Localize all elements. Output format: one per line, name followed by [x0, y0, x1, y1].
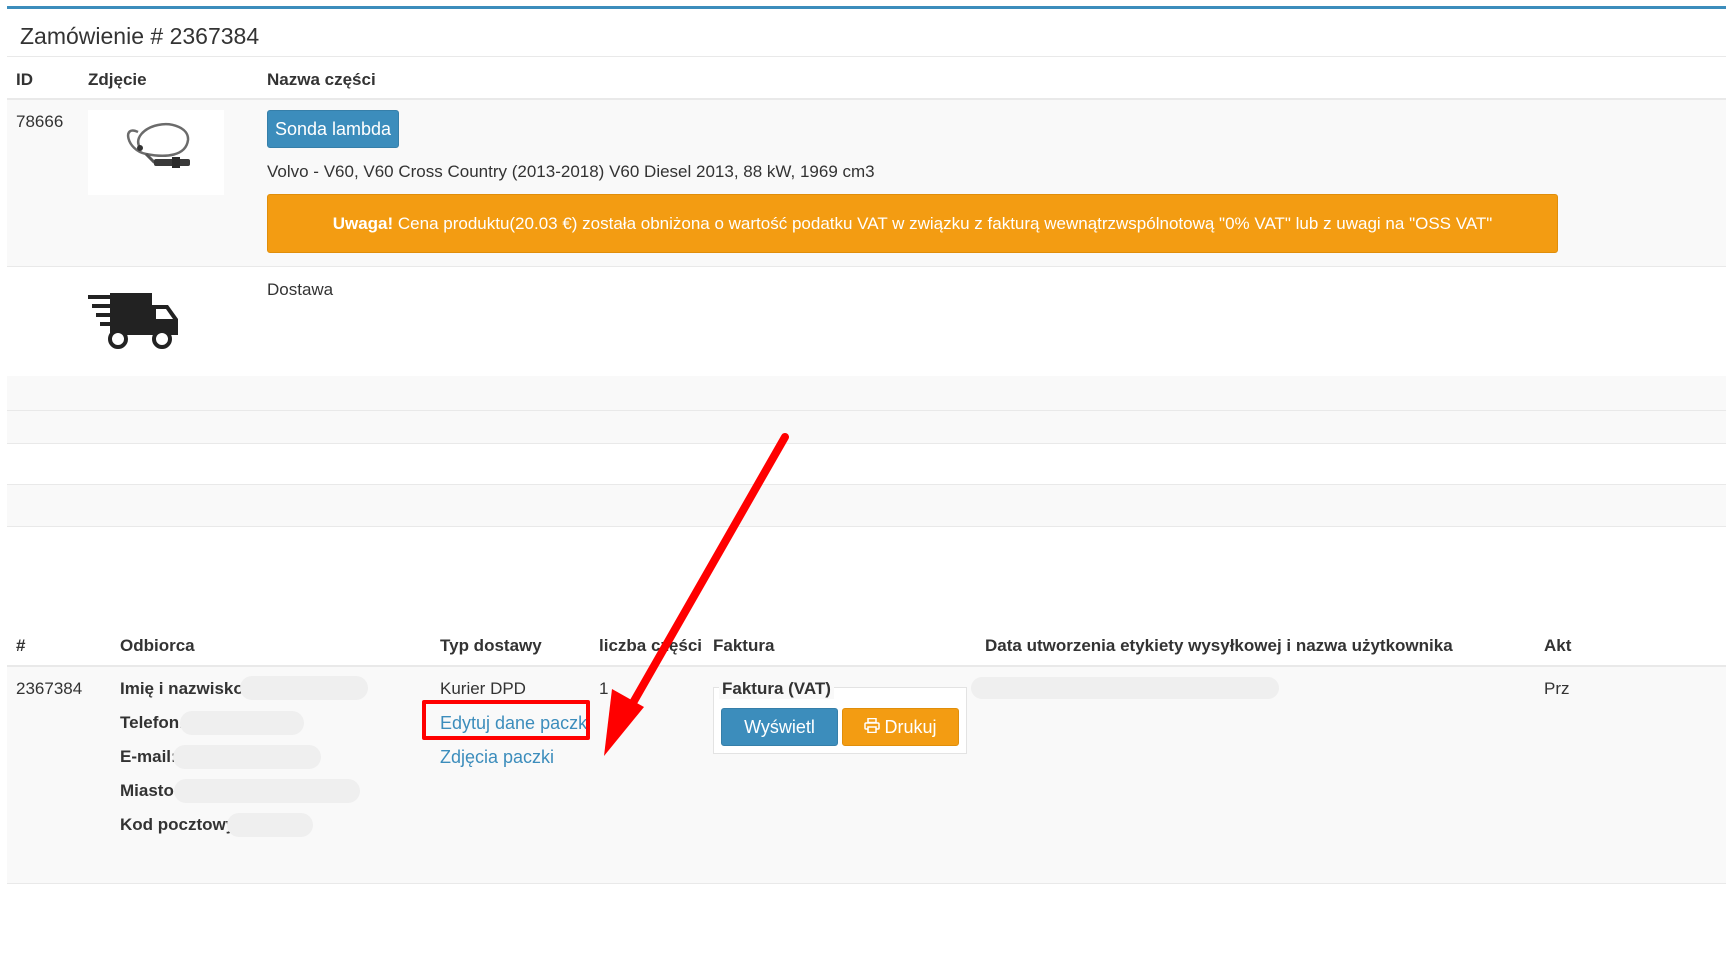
annotation-arrow	[604, 433, 789, 756]
